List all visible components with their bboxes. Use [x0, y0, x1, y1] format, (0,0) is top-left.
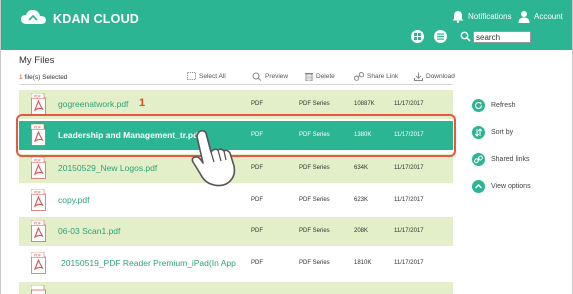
refresh-label: Refresh [491, 102, 516, 109]
file-series: PDF Series [299, 228, 330, 234]
share-link-button[interactable]: Share Link [354, 72, 398, 81]
share-link-label: Share Link [367, 73, 399, 80]
pdf-file-icon: PDF [31, 93, 46, 115]
trash-icon [305, 73, 313, 81]
search-icon [460, 31, 471, 42]
top-bar: KDAN CLOUD Notifications Account [1, 0, 572, 50]
svg-text:PDF: PDF [34, 158, 42, 162]
user-icon [518, 11, 530, 23]
toolbar-divider [19, 84, 453, 85]
file-name[interactable]: 20150529_New Logos.pdf [58, 163, 157, 173]
file-type: PDF [251, 228, 263, 234]
notifications-label: Notifications [468, 12, 512, 21]
checkbox-icon [187, 72, 196, 80]
file-size: 634K [354, 165, 369, 171]
download-icon [414, 72, 423, 81]
download-button[interactable]: Download [414, 72, 455, 81]
page-title: My Files [19, 55, 55, 66]
file-type: PDF [251, 165, 263, 171]
file-size: 10887K [354, 101, 375, 107]
select-all-label: Select All [199, 72, 226, 80]
file-series: PDF Series [299, 101, 330, 107]
file-type: PDF [251, 197, 263, 203]
chevron-up-icon [472, 180, 485, 193]
delete-label: Delete [316, 73, 335, 80]
sort-icon [472, 126, 485, 139]
shared-links-button[interactable]: Shared links [472, 153, 530, 166]
file-type: PDF [251, 260, 263, 266]
file-date: 11/17/2017 [394, 165, 424, 171]
download-label: Download [426, 73, 455, 80]
preview-label: Preview [265, 73, 289, 80]
table-row[interactable]: PDF 06-03 Scan1.pdf PDF PDF Series 208K … [19, 217, 453, 246]
brand-name: KDAN CLOUD [53, 12, 140, 26]
account-label: Account [534, 12, 563, 21]
file-date: 11/17/2017 [394, 260, 424, 266]
app-window: KDAN CLOUD Notifications Account search … [0, 0, 573, 294]
file-date: 11/17/2017 [394, 197, 424, 203]
file-name[interactable]: 20150519_PDF Reader Premium_iPad(In App [61, 258, 236, 268]
link-icon [354, 72, 364, 81]
svg-text:PDF: PDF [34, 221, 42, 225]
file-size: 208K [354, 228, 369, 234]
cloud-logo-icon [21, 9, 46, 24]
file-type: PDF [251, 101, 263, 107]
file-series: PDF Series [299, 197, 330, 203]
pdf-file-icon: PDF [31, 189, 46, 211]
grid-view-button[interactable] [411, 30, 424, 43]
hand-pointer-icon [191, 129, 236, 187]
file-name[interactable]: 06-03 Scan1.pdf [58, 226, 120, 236]
pdf-file-icon: PDF [31, 157, 46, 179]
preview-button[interactable]: Preview [252, 72, 288, 81]
search-input[interactable] [473, 31, 531, 43]
table-row-partial[interactable] [19, 282, 453, 294]
selection-count: 1 file(s) Selected [19, 74, 67, 81]
step-number: 1 [139, 97, 146, 109]
selected-count-suffix: file(s) Selected [22, 74, 68, 81]
pdf-file-icon [31, 285, 46, 294]
select-all-button[interactable]: Select All [187, 72, 226, 80]
file-date: 11/17/2017 [394, 101, 424, 107]
grid-view-icon [414, 33, 421, 40]
delete-button[interactable]: Delete [305, 72, 335, 81]
svg-text:PDF: PDF [34, 253, 42, 257]
file-series: PDF Series [299, 165, 330, 171]
shared-links-label: Shared links [491, 156, 530, 163]
view-options-label: View options [491, 183, 531, 190]
file-name[interactable]: copy.pdf [58, 195, 90, 205]
bell-icon [452, 11, 464, 23]
refresh-button[interactable]: Refresh [472, 99, 516, 112]
refresh-icon [472, 99, 485, 112]
list-view-button[interactable] [434, 30, 447, 43]
file-size: 623K [354, 197, 369, 203]
list-view-icon [437, 33, 444, 40]
file-series: PDF Series [299, 260, 330, 266]
svg-text:PDF: PDF [34, 94, 42, 98]
table-row[interactable]: PDF copy.pdf PDF PDF Series 623K 11/17/2… [19, 186, 453, 215]
file-name[interactable]: gogreenatwork.pdf [58, 99, 128, 109]
share-icon [472, 153, 485, 166]
table-row[interactable]: PDF 20150519_PDF Reader Premium_iPad(In … [19, 249, 453, 278]
notifications-button[interactable]: Notifications [452, 10, 512, 23]
file-date: 11/17/2017 [394, 228, 424, 234]
preview-icon [252, 72, 262, 81]
svg-text:PDF: PDF [34, 190, 42, 194]
account-button[interactable]: Account [518, 10, 563, 23]
pdf-file-icon: PDF [31, 220, 46, 242]
pdf-file-icon: PDF [31, 252, 46, 274]
sort-by-button[interactable]: Sort by [472, 126, 513, 139]
view-options-button[interactable]: View options [472, 180, 531, 193]
sort-by-label: Sort by [491, 129, 514, 136]
file-size: 1810K [354, 260, 372, 266]
